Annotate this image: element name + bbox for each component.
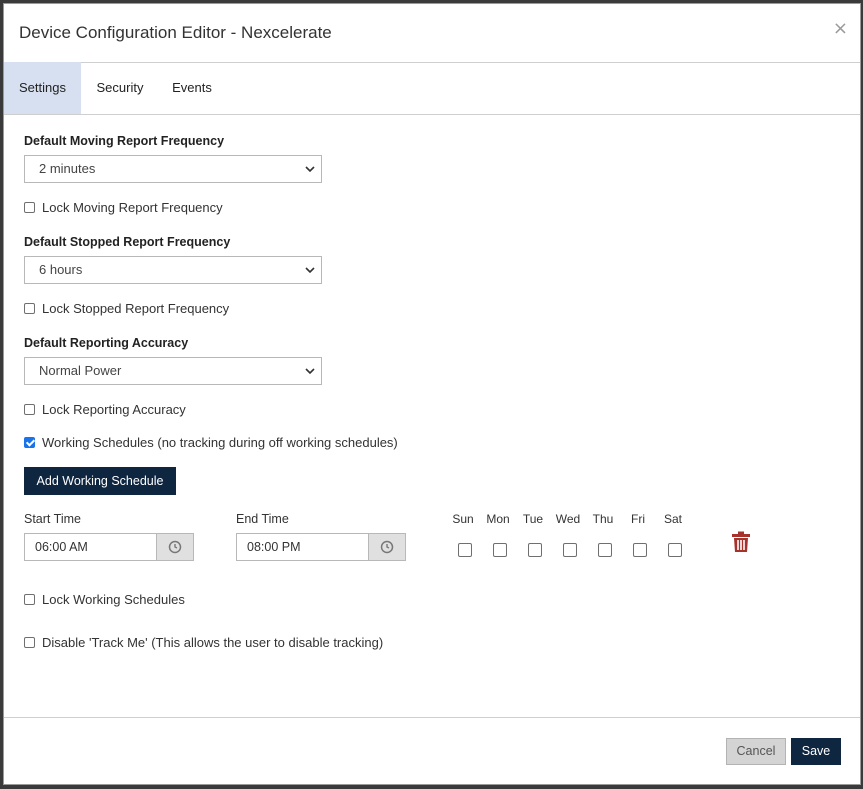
disable-track-me[interactable]: Disable 'Track Me' (This allows the user… <box>24 636 383 652</box>
disable-track-me-checkbox[interactable] <box>24 637 35 649</box>
disable-track-me-label: Disable 'Track Me' (This allows the user… <box>42 635 384 650</box>
clock-icon <box>380 540 394 554</box>
lock-working-schedules[interactable]: Lock Working Schedules <box>24 593 185 609</box>
accuracy-label: Default Reporting Accuracy <box>24 336 189 350</box>
trash-icon[interactable] <box>731 531 751 553</box>
save-button[interactable]: Save <box>791 738 841 765</box>
lock-moving-frequency-label: Lock Moving Report Frequency <box>42 200 223 215</box>
accuracy-value: Normal Power <box>39 363 122 378</box>
working-schedules-toggle[interactable]: Working Schedules (no tracking during of… <box>24 436 398 452</box>
lock-moving-frequency[interactable]: Lock Moving Report Frequency <box>24 201 223 217</box>
day-checkbox-fri[interactable] <box>633 543 647 557</box>
device-config-modal: Device Configuration Editor - Nexcelerat… <box>3 3 861 785</box>
accuracy-select[interactable]: Normal Power <box>24 357 322 385</box>
chevron-down-icon <box>305 267 315 274</box>
end-time-input[interactable]: 08:00 PM <box>236 533 369 561</box>
lock-accuracy[interactable]: Lock Reporting Accuracy <box>24 403 186 419</box>
tab-events[interactable]: Events <box>164 62 220 114</box>
chevron-down-icon <box>305 368 315 375</box>
day-label-tue: Tue <box>522 512 544 526</box>
day-checkbox-sat[interactable] <box>668 543 682 557</box>
cancel-button[interactable]: Cancel <box>726 738 786 765</box>
end-time-label: End Time <box>236 512 289 526</box>
working-schedules-label: Working Schedules (no tracking during of… <box>42 435 398 450</box>
day-checkbox-mon[interactable] <box>493 543 507 557</box>
day-checkbox-wed[interactable] <box>563 543 577 557</box>
working-schedules-checkbox[interactable] <box>24 437 35 449</box>
clock-icon <box>168 540 182 554</box>
moving-frequency-value: 2 minutes <box>39 161 96 176</box>
tab-bar: Settings Security Events <box>4 62 860 115</box>
stopped-frequency-select[interactable]: 6 hours <box>24 256 322 284</box>
close-icon[interactable]: × <box>833 19 848 39</box>
lock-accuracy-checkbox[interactable] <box>24 404 35 416</box>
day-label-fri: Fri <box>631 512 645 526</box>
day-checkbox-thu[interactable] <box>598 543 612 557</box>
start-time-picker-button[interactable] <box>156 533 194 561</box>
day-checkbox-sun[interactable] <box>458 543 472 557</box>
end-time-picker-button[interactable] <box>368 533 406 561</box>
day-label-mon: Mon <box>486 512 510 526</box>
day-label-sat: Sat <box>663 512 682 526</box>
stopped-frequency-label: Default Stopped Report Frequency <box>24 235 231 249</box>
start-time-label: Start Time <box>24 512 81 526</box>
lock-accuracy-label: Lock Reporting Accuracy <box>42 402 186 417</box>
day-label-wed: Wed <box>555 512 581 526</box>
modal-header: Device Configuration Editor - Nexcelerat… <box>4 4 860 63</box>
lock-working-schedules-label: Lock Working Schedules <box>42 592 185 607</box>
lock-moving-frequency-checkbox[interactable] <box>24 202 35 214</box>
lock-working-schedules-checkbox[interactable] <box>24 594 35 606</box>
stopped-frequency-value: 6 hours <box>39 262 83 277</box>
day-checkbox-tue[interactable] <box>528 543 542 557</box>
moving-frequency-select[interactable]: 2 minutes <box>24 155 322 183</box>
add-working-schedule-button[interactable]: Add Working Schedule <box>24 467 176 495</box>
day-label-sun: Sun <box>452 512 474 526</box>
day-label-thu: Thu <box>592 512 614 526</box>
modal-title: Device Configuration Editor - Nexcelerat… <box>19 23 332 42</box>
start-time-input[interactable]: 06:00 AM <box>24 533 157 561</box>
tab-settings[interactable]: Settings <box>4 62 81 114</box>
lock-stopped-frequency-label: Lock Stopped Report Frequency <box>42 301 230 316</box>
lock-stopped-frequency[interactable]: Lock Stopped Report Frequency <box>24 302 229 318</box>
lock-stopped-frequency-checkbox[interactable] <box>24 303 35 315</box>
moving-frequency-label: Default Moving Report Frequency <box>24 134 225 148</box>
chevron-down-icon <box>305 166 315 173</box>
tab-security[interactable]: Security <box>88 62 152 114</box>
